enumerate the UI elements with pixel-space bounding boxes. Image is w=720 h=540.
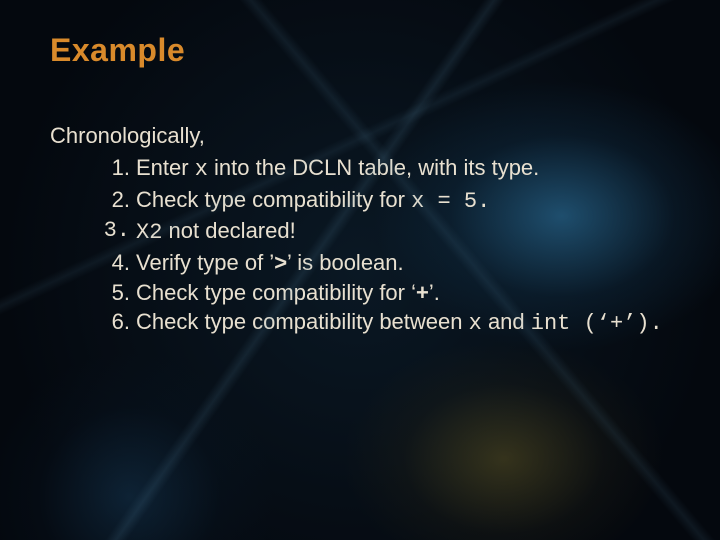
- step-item-6: Check type compatibility between x and i…: [136, 307, 670, 339]
- intro-line: Chronologically,: [50, 123, 670, 149]
- code-span: x = 5.: [411, 189, 490, 214]
- step-item-5: Check type compatibility for ‘+’.: [136, 278, 670, 308]
- step-text: not declared!: [162, 218, 295, 243]
- bold-op: +: [416, 280, 429, 305]
- code-span: x: [195, 157, 208, 182]
- step-text: into the DCLN table, with its type.: [208, 155, 539, 180]
- code-span: x: [469, 311, 482, 336]
- bold-op: >: [274, 250, 287, 275]
- slide-title: Example: [50, 32, 670, 69]
- step-text: Check type compatibility for ‘: [136, 280, 416, 305]
- step-text: Verify type of ’: [136, 250, 274, 275]
- step-item-1: Enter x into the DCLN table, with its ty…: [136, 153, 670, 185]
- step-item-4: Verify type of ’>’ is boolean.: [136, 248, 670, 278]
- step-text: and: [482, 309, 531, 334]
- step-text: ’.: [429, 280, 440, 305]
- step-text: ’ is boolean.: [287, 250, 404, 275]
- step-item-2: Check type compatibility for x = 5.: [136, 185, 670, 217]
- step-text: Check type compatibility between: [136, 309, 469, 334]
- code-span: X2: [136, 220, 162, 245]
- step-text: Enter: [136, 155, 195, 180]
- code-span: int (‘+’).: [531, 311, 663, 336]
- step-item-3: X2 not declared!: [136, 216, 670, 248]
- step-text: Check type compatibility for: [136, 187, 411, 212]
- step-list: Enter x into the DCLN table, with its ty…: [50, 153, 670, 339]
